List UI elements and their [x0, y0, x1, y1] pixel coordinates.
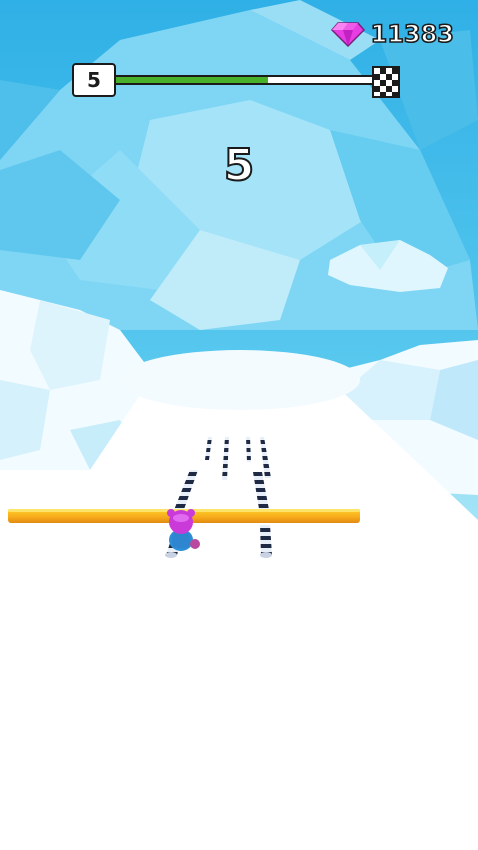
gem-icon: [330, 22, 365, 47]
level-progress-bar: [116, 75, 373, 85]
current-level-badge: 5: [72, 63, 116, 97]
game-scene: [0, 0, 478, 850]
checkered-flag-icon: [372, 66, 400, 98]
countdown-number: 5: [223, 139, 256, 192]
level-progress-fill: [116, 77, 268, 83]
gem-count: 11383: [370, 19, 455, 49]
gem-counter: 11383: [330, 19, 455, 49]
